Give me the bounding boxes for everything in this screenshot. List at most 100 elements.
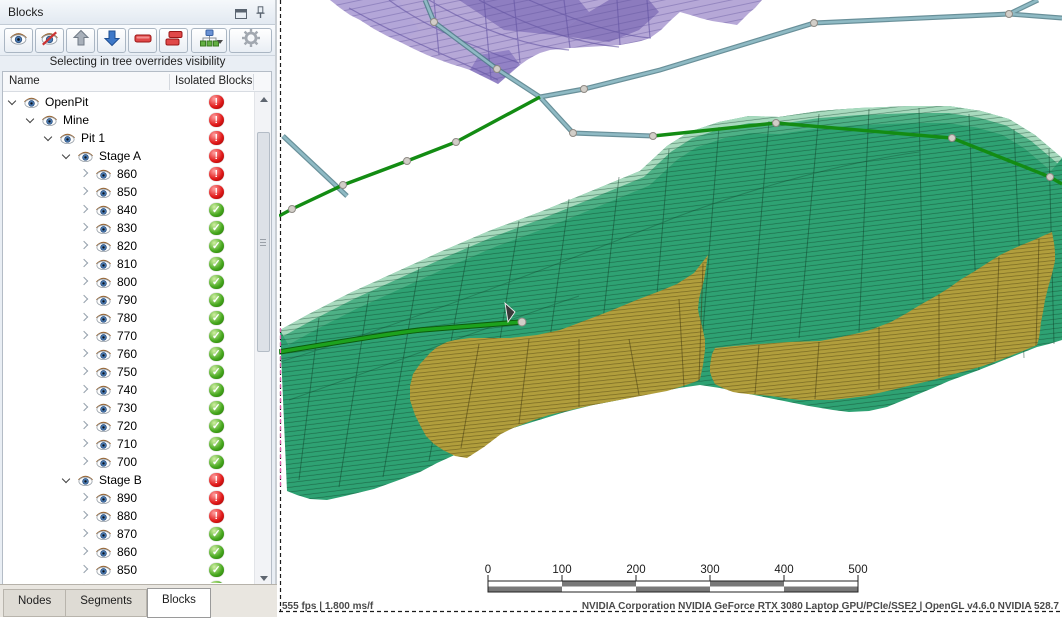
tree-row-730[interactable]: 730✓ — [3, 399, 254, 417]
visibility-eye-icon[interactable] — [95, 438, 112, 454]
chevron-down-icon[interactable] — [8, 97, 16, 105]
tree-row-890[interactable]: 890! — [3, 489, 254, 507]
chevron-right-icon[interactable] — [80, 223, 88, 231]
chevron-right-icon[interactable] — [80, 457, 88, 465]
chevron-right-icon[interactable] — [80, 241, 88, 249]
chevron-right-icon[interactable] — [80, 349, 88, 357]
tab-nodes[interactable]: Nodes — [3, 589, 66, 617]
tree-row-stage-a[interactable]: Stage A! — [3, 147, 254, 165]
tree-column-header[interactable]: Name Isolated Blocks — [3, 72, 271, 92]
visibility-eye-icon[interactable] — [95, 186, 112, 202]
pin-icon[interactable] — [255, 6, 266, 24]
visibility-eye-icon[interactable] — [95, 330, 112, 346]
move-down-button[interactable] — [97, 28, 126, 53]
scroll-up-icon[interactable] — [255, 92, 272, 108]
chevron-right-icon[interactable] — [80, 169, 88, 177]
chevron-right-icon[interactable] — [80, 529, 88, 537]
chevron-right-icon[interactable] — [80, 385, 88, 393]
tree-row-810[interactable]: 810✓ — [3, 255, 254, 273]
tree-row-790[interactable]: 790✓ — [3, 291, 254, 309]
visibility-eye-icon[interactable] — [95, 564, 112, 580]
chevron-down-icon[interactable] — [26, 115, 34, 123]
chevron-right-icon[interactable] — [80, 367, 88, 375]
visibility-eye-icon[interactable] — [95, 168, 112, 184]
chevron-right-icon[interactable] — [80, 403, 88, 411]
visibility-eye-icon[interactable] — [41, 114, 58, 130]
chevron-right-icon[interactable] — [80, 295, 88, 303]
tab-blocks[interactable]: Blocks — [147, 588, 211, 618]
tree-row-860[interactable]: 860! — [3, 165, 254, 183]
tree-row-710[interactable]: 710✓ — [3, 435, 254, 453]
chevron-down-icon[interactable] — [62, 475, 70, 483]
chevron-right-icon[interactable] — [80, 421, 88, 429]
tree-row-openpit[interactable]: OpenPit! — [3, 93, 254, 111]
visibility-eye-icon[interactable] — [77, 150, 94, 166]
visibility-eye-icon[interactable] — [95, 258, 112, 274]
visibility-eye-icon[interactable] — [95, 222, 112, 238]
tree-scrollbar[interactable] — [254, 92, 271, 585]
visibility-eye-icon[interactable] — [59, 132, 76, 148]
visibility-eye-icon[interactable] — [95, 510, 112, 526]
column-isolated-blocks[interactable]: Isolated Blocks — [175, 75, 252, 87]
tree-row-pit-1[interactable]: Pit 1! — [3, 129, 254, 147]
settings-button[interactable] — [229, 28, 272, 53]
chevron-right-icon[interactable] — [80, 331, 88, 339]
chevron-right-icon[interactable] — [80, 205, 88, 213]
scroll-down-icon[interactable] — [255, 570, 272, 585]
tree-row-820[interactable]: 820✓ — [3, 237, 254, 255]
visibility-eye-icon[interactable] — [95, 456, 112, 472]
visibility-eye-icon[interactable] — [95, 546, 112, 562]
tree-row-830[interactable]: 830✓ — [3, 219, 254, 237]
chevron-right-icon[interactable] — [80, 547, 88, 555]
visibility-eye-icon[interactable] — [95, 366, 112, 382]
float-window-icon[interactable] — [235, 6, 247, 24]
tree-row-770[interactable]: 770✓ — [3, 327, 254, 345]
visibility-eye-icon[interactable] — [95, 384, 112, 400]
tree-row-740[interactable]: 740✓ — [3, 381, 254, 399]
hide-button[interactable] — [35, 28, 64, 53]
tree-row-780[interactable]: 780✓ — [3, 309, 254, 327]
tab-segments[interactable]: Segments — [66, 589, 147, 617]
visibility-eye-icon[interactable] — [95, 402, 112, 418]
tree-row-760[interactable]: 760✓ — [3, 345, 254, 363]
visibility-eye-icon[interactable] — [95, 240, 112, 256]
purple-mesh-surface[interactable] — [330, 0, 762, 84]
chevron-right-icon[interactable] — [80, 313, 88, 321]
move-up-button[interactable] — [66, 28, 95, 53]
tree-row-850[interactable]: 850! — [3, 183, 254, 201]
tree-row-860[interactable]: 860✓ — [3, 543, 254, 561]
remove-button[interactable] — [128, 28, 157, 53]
visibility-eye-icon[interactable] — [95, 420, 112, 436]
chevron-right-icon[interactable] — [80, 259, 88, 267]
visibility-eye-icon[interactable] — [95, 294, 112, 310]
tree-row-750[interactable]: 750✓ — [3, 363, 254, 381]
chevron-right-icon[interactable] — [80, 277, 88, 285]
tree-row-840[interactable]: 840✓ — [3, 579, 254, 583]
chevron-down-icon[interactable] — [44, 133, 52, 141]
tree-row-mine[interactable]: Mine! — [3, 111, 254, 129]
scrollbar-thumb[interactable] — [257, 132, 270, 352]
tree-row-850[interactable]: 850✓ — [3, 561, 254, 579]
chevron-right-icon[interactable] — [80, 565, 88, 573]
visibility-eye-icon[interactable] — [95, 492, 112, 508]
column-name[interactable]: Name — [9, 75, 40, 87]
tree-row-800[interactable]: 800✓ — [3, 273, 254, 291]
chevron-right-icon[interactable] — [80, 511, 88, 519]
visibility-eye-icon[interactable] — [23, 96, 40, 112]
visibility-eye-icon[interactable] — [95, 312, 112, 328]
chevron-right-icon[interactable] — [80, 187, 88, 195]
remove-all-button[interactable] — [159, 28, 188, 53]
viewport-3d-canvas[interactable]: 0 100 200 300 400 500 555 fps | 1.800 ms… — [279, 0, 1062, 617]
visibility-eye-icon[interactable] — [95, 582, 112, 584]
tree-row-880[interactable]: 880! — [3, 507, 254, 525]
tree-row-720[interactable]: 720✓ — [3, 417, 254, 435]
visibility-eye-icon[interactable] — [95, 204, 112, 220]
hierarchy-button[interactable] — [191, 28, 227, 53]
show-button[interactable] — [4, 28, 33, 53]
tree-row-stage-b[interactable]: Stage B! — [3, 471, 254, 489]
tree-row-700[interactable]: 700✓ — [3, 453, 254, 471]
chevron-right-icon[interactable] — [80, 493, 88, 501]
tree-row-840[interactable]: 840✓ — [3, 201, 254, 219]
chevron-right-icon[interactable] — [80, 439, 88, 447]
tree-row-870[interactable]: 870✓ — [3, 525, 254, 543]
